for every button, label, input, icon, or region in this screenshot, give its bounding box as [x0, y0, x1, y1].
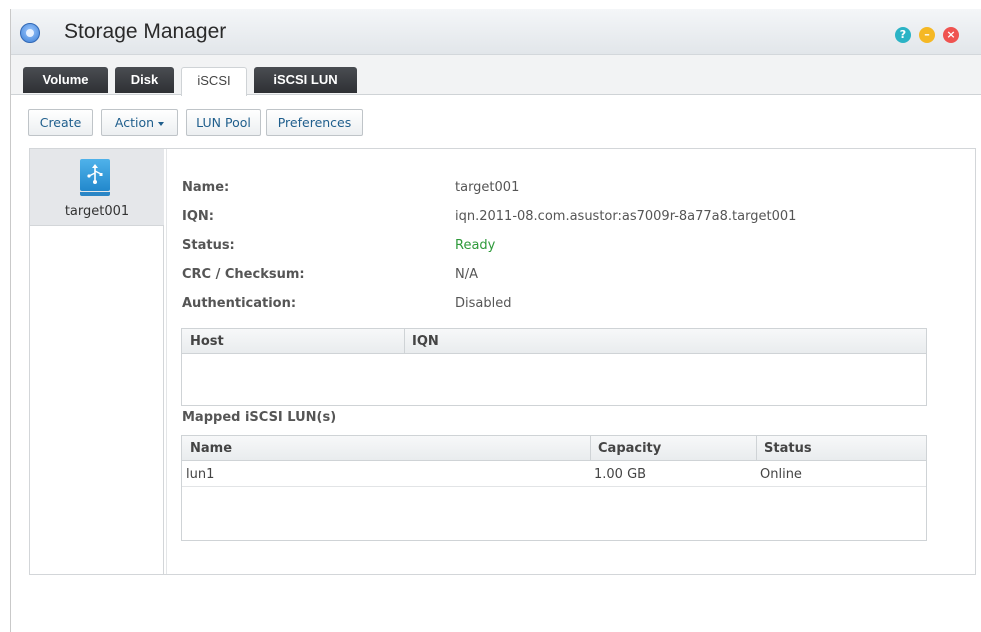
action-dropdown-button[interactable]: Action — [101, 109, 178, 136]
tab-disk[interactable]: Disk — [115, 67, 174, 93]
mapped-luns-table: Name Capacity Status lun1 1.00 GB Online — [181, 435, 927, 541]
capacity-column-header[interactable]: Capacity — [598, 441, 661, 456]
tab-iscsi-lun[interactable]: iSCSI LUN — [254, 67, 357, 93]
iscsi-target-icon — [80, 159, 110, 196]
lun-status-cell: Online — [760, 467, 802, 482]
status-value: Ready — [455, 238, 496, 253]
iqn-label: IQN: — [182, 209, 214, 224]
lun-name-cell: lun1 — [186, 467, 215, 482]
lun-pool-button[interactable]: LUN Pool — [186, 109, 261, 136]
crc-label: CRC / Checksum: — [182, 267, 305, 282]
authentication-value: Disabled — [455, 296, 512, 311]
window-title: Storage Manager — [64, 20, 227, 43]
iqn-column-header[interactable]: IQN — [412, 334, 439, 349]
iqn-value: iqn.2011-08.com.asustor:as7009r-8a77a8.t… — [455, 209, 797, 224]
lun-name-column-header[interactable]: Name — [190, 441, 232, 456]
chevron-down-icon — [158, 121, 165, 126]
column-divider — [404, 329, 405, 354]
hosts-table-header: Host IQN — [182, 329, 926, 354]
tab-bar: Volume Disk iSCSI iSCSI LUN — [11, 55, 981, 96]
content-panel: target001 Name: target001 IQN: iqn.2011-… — [29, 148, 976, 575]
authentication-label: Authentication: — [182, 296, 297, 311]
storage-manager-window: Storage Manager ? – × Volume Disk iSCSI … — [10, 9, 981, 632]
column-divider — [756, 436, 757, 461]
name-value: target001 — [455, 180, 520, 195]
status-column-header[interactable]: Status — [764, 441, 812, 456]
lun-capacity-cell: 1.00 GB — [594, 467, 647, 482]
crc-value: N/A — [455, 267, 478, 282]
target-list: target001 — [30, 149, 167, 574]
column-divider — [590, 436, 591, 461]
close-button[interactable]: × — [943, 27, 959, 43]
luns-table-header: Name Capacity Status — [182, 436, 926, 461]
storage-manager-app-icon — [20, 23, 40, 43]
tab-volume[interactable]: Volume — [23, 67, 108, 93]
tab-iscsi[interactable]: iSCSI — [181, 67, 247, 96]
target-list-item[interactable]: target001 — [30, 149, 164, 226]
status-label: Status: — [182, 238, 235, 253]
name-label: Name: — [182, 180, 230, 195]
target-name-label: target001 — [64, 204, 130, 219]
minimize-button[interactable]: – — [919, 27, 935, 43]
title-bar: Storage Manager ? – × — [11, 9, 981, 55]
hosts-table: Host IQN — [181, 328, 927, 406]
help-button[interactable]: ? — [895, 27, 911, 43]
host-column-header[interactable]: Host — [190, 334, 224, 349]
table-row[interactable]: lun1 1.00 GB Online — [182, 462, 926, 487]
action-button-label: Action — [114, 115, 155, 130]
create-button[interactable]: Create — [28, 109, 93, 136]
preferences-button[interactable]: Preferences — [266, 109, 363, 136]
mapped-luns-title: Mapped iSCSI LUN(s) — [182, 410, 337, 425]
